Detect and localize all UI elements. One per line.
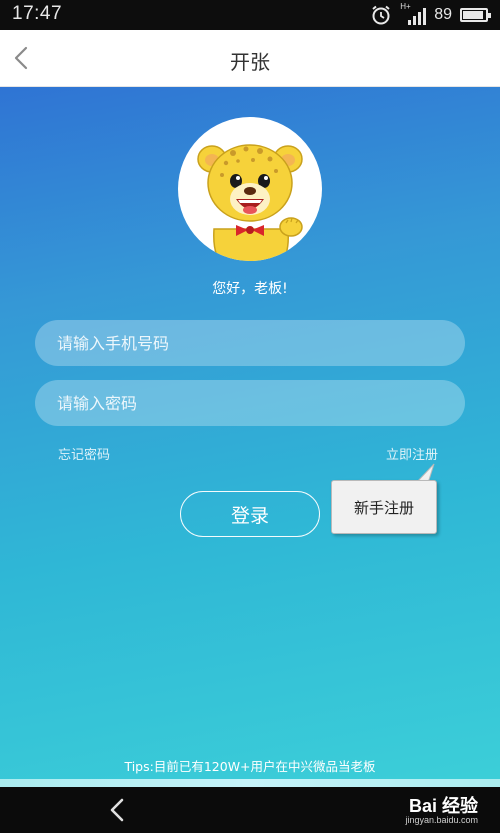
- battery-percentage: 89: [434, 6, 452, 23]
- tips-text: Tips:目前已有120W+用户在中兴微品当老板: [124, 759, 376, 774]
- back-arrow-icon[interactable]: [104, 795, 132, 825]
- login-button[interactable]: 登录: [180, 491, 320, 537]
- signal-indicator: H+: [400, 2, 427, 25]
- status-bar: 17:47 H+ 89: [0, 0, 500, 30]
- tooltip-text: 新手注册: [353, 498, 414, 517]
- battery-icon: [460, 8, 491, 22]
- phone-input[interactable]: [35, 320, 465, 366]
- register-link[interactable]: 立即注册: [386, 444, 438, 463]
- new-user-register-tooltip: 新手注册: [331, 480, 437, 534]
- forgot-password-link[interactable]: 忘记密码: [58, 444, 110, 463]
- password-input[interactable]: [35, 380, 465, 426]
- baidu-watermark: Bai 经验 jingyan.baidu.com: [358, 790, 478, 830]
- greeting-text: 您好，老板!: [212, 281, 288, 297]
- leopard-mascot-icon: [197, 144, 303, 261]
- signal-icon: [408, 8, 427, 25]
- status-icons: H+ 89: [370, 2, 491, 26]
- watermark-url: jingyan.baidu.com: [405, 815, 478, 825]
- bottom-glow: [0, 779, 500, 787]
- status-time: 17:47: [12, 3, 63, 24]
- navigation-bar: Bai 经验 jingyan.baidu.com: [0, 787, 500, 833]
- login-panel: 您好，老板! 忘记密码 立即注册 登录 新手注册 Tips:目前已有120W+用…: [0, 87, 500, 787]
- title-bar: 开张: [0, 30, 500, 87]
- page-title: 开张: [230, 50, 270, 74]
- mascot-avatar: [178, 117, 322, 261]
- alarm-icon: [372, 5, 390, 25]
